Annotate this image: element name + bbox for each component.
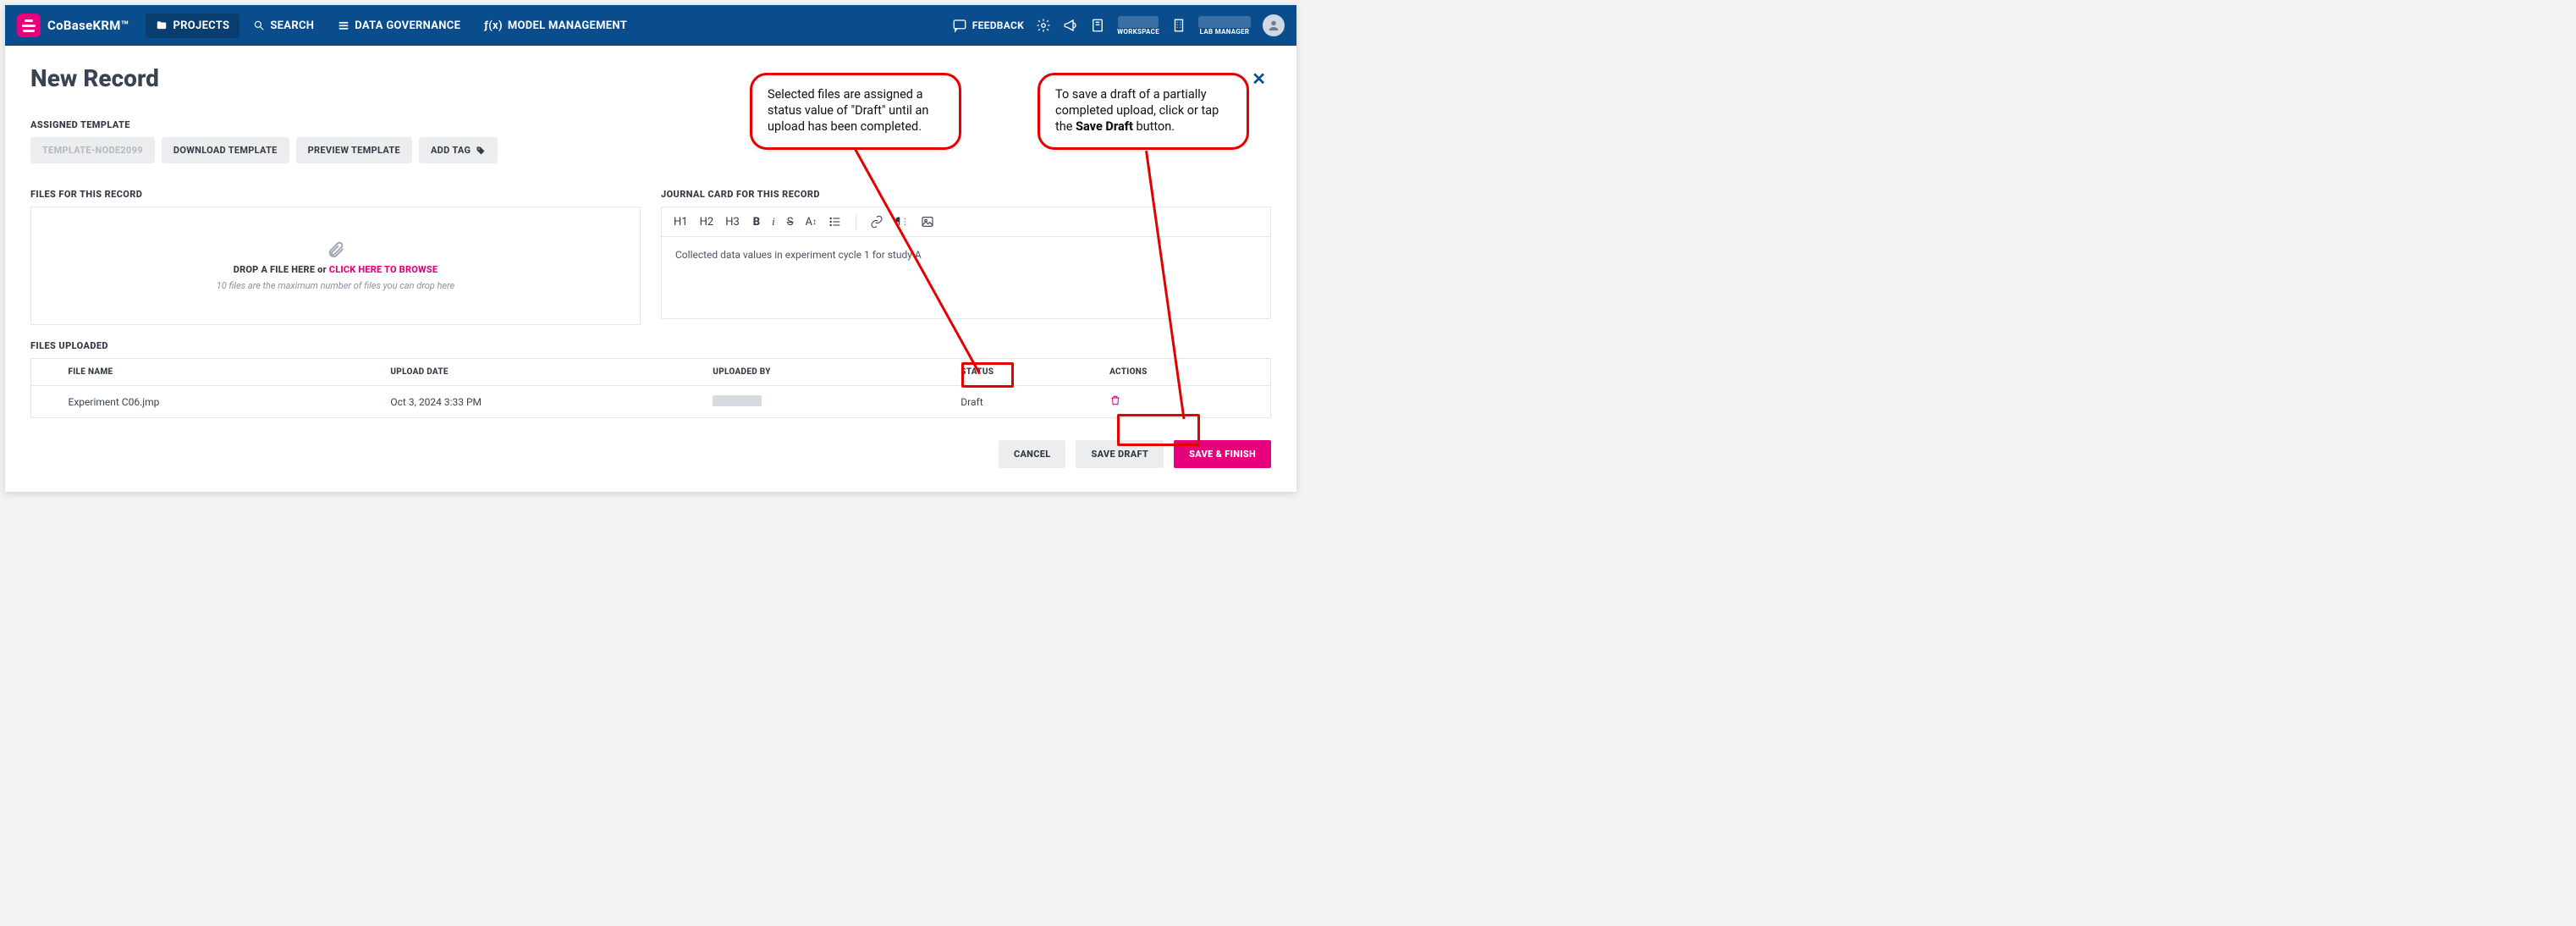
drop-text: DROP A FILE HERE or CLICK HERE TO BROWSE xyxy=(234,264,438,275)
paperclip-icon xyxy=(327,240,345,259)
tb-a-label: A xyxy=(805,216,812,229)
image-icon xyxy=(921,215,934,229)
journal-section-label: JOURNAL CARD FOR THIS RECORD xyxy=(661,189,1271,200)
user-name-redacted xyxy=(1198,16,1251,28)
cell-date: Oct 3, 2024 3:33 PM xyxy=(378,386,701,418)
list-icon xyxy=(828,215,842,229)
table-row: Experiment C06.jmp Oct 3, 2024 3:33 PM D… xyxy=(31,386,1271,418)
drop-text-a: DROP A FILE HERE or xyxy=(234,264,329,275)
announcements-button[interactable] xyxy=(1063,18,1078,33)
cell-filename: Experiment C06.jmp xyxy=(57,386,379,418)
tb-italic[interactable]: i xyxy=(772,215,775,229)
preview-template-button[interactable]: PREVIEW TEMPLATE xyxy=(296,137,412,163)
add-tag-label: ADD TAG xyxy=(431,145,471,156)
page-body: ASSIGNED TEMPLATE TEMPLATE-NODE2099 DOWN… xyxy=(5,107,1296,492)
tb-h3[interactable]: H3 xyxy=(725,216,740,229)
nav-governance[interactable]: DATA GOVERNANCE xyxy=(328,14,471,38)
file-dropzone[interactable]: DROP A FILE HERE or CLICK HERE TO BROWSE… xyxy=(30,207,641,325)
tb-h2[interactable]: H2 xyxy=(700,216,714,229)
drop-subtext: 10 files are the maximum number of files… xyxy=(217,280,454,291)
callout2-c: button. xyxy=(1133,119,1175,134)
docs-button[interactable] xyxy=(1090,18,1105,33)
tb-strike[interactable]: S xyxy=(787,216,794,229)
col-filename: FILE NAME xyxy=(57,359,379,386)
files-uploaded-label: FILES UPLOADED xyxy=(30,340,1271,351)
cancel-button[interactable]: CANCEL xyxy=(999,440,1066,468)
role-label: LAB MANAGER xyxy=(1200,28,1250,36)
form-footer: CANCEL SAVE DRAFT SAVE & FINISH xyxy=(30,418,1271,473)
nav-model-label: MODEL MANAGEMENT xyxy=(508,19,627,32)
link-icon xyxy=(870,215,883,229)
nav-right: FEEDBACK WORKSPACE LAB MANAGER xyxy=(952,14,1285,36)
row-handle[interactable] xyxy=(31,386,57,418)
org-button[interactable] xyxy=(1171,18,1186,33)
primary-nav: PROJECTS SEARCH DATA GOVERNANCE ƒ(x) MOD… xyxy=(146,14,637,38)
col-actions: ACTIONS xyxy=(1098,359,1270,386)
brand-logo-icon xyxy=(17,14,41,37)
gear-icon xyxy=(1036,18,1051,33)
tb-bold[interactable]: B xyxy=(753,216,760,229)
megaphone-icon xyxy=(1063,18,1078,33)
callout2-b: Save Draft xyxy=(1076,119,1133,134)
nav-projects[interactable]: PROJECTS xyxy=(146,14,239,38)
tb-link[interactable] xyxy=(870,215,883,229)
table-header-row: FILE NAME UPLOAD DATE UPLOADED BY STATUS… xyxy=(31,359,1271,386)
brand-name: CoBaseKRM™ xyxy=(47,18,129,33)
browse-link[interactable]: CLICK HERE TO BROWSE xyxy=(329,264,438,275)
tb-h1[interactable]: H1 xyxy=(674,216,688,229)
col-by: UPLOADED BY xyxy=(701,359,949,386)
nav-model-mgmt[interactable]: ƒ(x) MODEL MANAGEMENT xyxy=(474,14,637,38)
top-nav: CoBaseKRM™ PROJECTS SEARCH DATA GOVERNAN… xyxy=(5,5,1296,46)
add-tag-button[interactable]: ADD TAG xyxy=(419,137,498,163)
tag-icon xyxy=(476,146,486,156)
delete-row-button[interactable] xyxy=(1109,394,1121,406)
nav-search-label: SEARCH xyxy=(270,19,314,32)
download-template-button[interactable]: DOWNLOAD TEMPLATE xyxy=(162,137,289,163)
save-draft-button[interactable]: SAVE DRAFT xyxy=(1076,440,1164,468)
close-button[interactable]: ✕ xyxy=(1247,65,1271,92)
settings-button[interactable] xyxy=(1036,18,1051,33)
role-indicator[interactable]: LAB MANAGER xyxy=(1198,16,1251,36)
editor-toolbar: H1 H2 H3 B i S A↕ xyxy=(662,207,1270,237)
nav-gov-label: DATA GOVERNANCE xyxy=(355,19,460,32)
fx-icon: ƒ(x) xyxy=(484,19,503,32)
building-icon xyxy=(1171,18,1186,33)
sliders-icon xyxy=(338,19,350,31)
workspace-label: WORKSPACE xyxy=(1117,28,1159,36)
tb-list[interactable] xyxy=(828,215,842,229)
page-title: New Record xyxy=(30,64,159,92)
tb-image[interactable] xyxy=(921,215,934,229)
callout-status-draft: Selected files are assigned a status val… xyxy=(750,73,961,150)
book-icon xyxy=(1090,18,1105,33)
chat-icon xyxy=(952,18,967,33)
uploader-redacted xyxy=(713,395,762,406)
user-avatar[interactable] xyxy=(1263,14,1285,36)
feedback-label: FEEDBACK xyxy=(972,19,1024,31)
person-icon xyxy=(1267,19,1280,32)
col-checkbox xyxy=(31,359,57,386)
cell-status: Draft xyxy=(949,386,1098,418)
folder-icon xyxy=(156,19,168,31)
template-node-chip: TEMPLATE-NODE2099 xyxy=(30,137,155,163)
brand[interactable]: CoBaseKRM™ xyxy=(17,14,129,37)
files-table: FILE NAME UPLOAD DATE UPLOADED BY STATUS… xyxy=(30,358,1271,418)
search-icon xyxy=(253,19,265,31)
app-window: CoBaseKRM™ PROJECTS SEARCH DATA GOVERNAN… xyxy=(5,5,1296,492)
cell-uploadedby xyxy=(701,386,949,418)
workspace-name-redacted xyxy=(1118,16,1159,28)
nav-projects-label: PROJECTS xyxy=(173,19,229,32)
nav-search[interactable]: SEARCH xyxy=(243,14,324,38)
files-section-label: FILES FOR THIS RECORD xyxy=(30,189,641,200)
feedback-button[interactable]: FEEDBACK xyxy=(952,18,1024,33)
callout1-text: Selected files are assigned a status val… xyxy=(768,87,928,134)
journal-editor: H1 H2 H3 B i S A↕ xyxy=(661,207,1271,319)
col-date: UPLOAD DATE xyxy=(378,359,701,386)
save-finish-button[interactable]: SAVE & FINISH xyxy=(1174,440,1271,468)
callout-save-draft: To save a draft of a partially completed… xyxy=(1038,73,1249,150)
workspace-selector[interactable]: WORKSPACE xyxy=(1117,16,1159,36)
tb-fontsize[interactable]: A↕ xyxy=(805,216,816,229)
editor-content[interactable]: Collected data values in experiment cycl… xyxy=(662,237,1270,318)
